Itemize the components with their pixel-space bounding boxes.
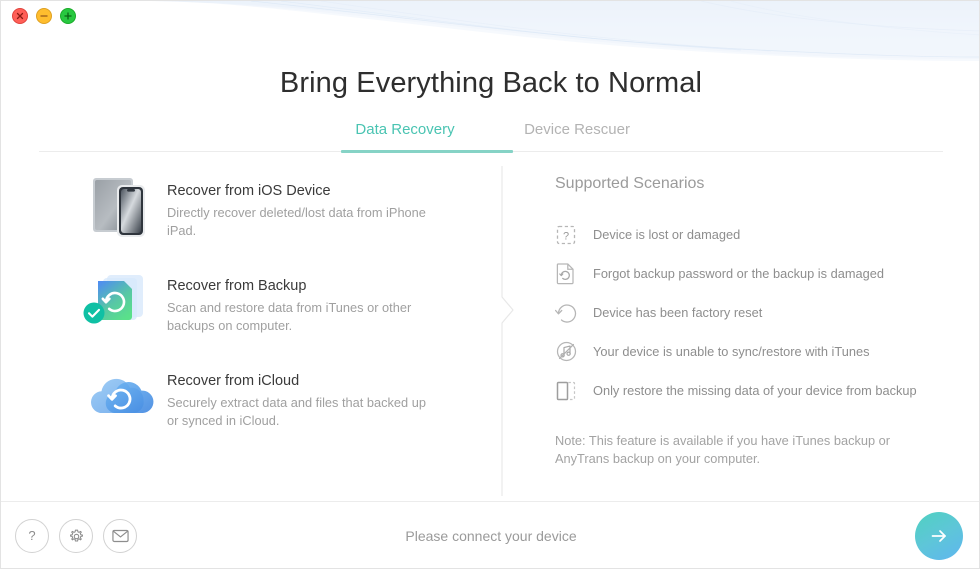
dashed-question-box-icon: ? <box>555 222 585 248</box>
status-text: Please connect your device <box>405 527 577 544</box>
panel-divider <box>498 166 522 496</box>
scenario-label: Device has been factory reset <box>593 305 763 320</box>
option-description: Scan and restore data from iTunes or oth… <box>167 300 412 333</box>
scenario-label: Device is lost or damaged <box>593 227 741 242</box>
footer-icon-group: ? <box>15 519 137 553</box>
option-text: Recover from iOS Device Directly recover… <box>167 171 427 239</box>
close-icon[interactable] <box>12 8 28 24</box>
gear-icon <box>69 529 83 542</box>
selected-check-icon <box>83 302 105 324</box>
arrow-right-icon <box>931 530 946 542</box>
factory-reset-icon <box>555 300 585 326</box>
scenario-item: Device has been factory reset <box>555 293 955 332</box>
title-bar <box>1 1 979 31</box>
feedback-button[interactable] <box>103 519 137 553</box>
footer-bar: ? Please connect your device <box>1 502 979 568</box>
icloud-icon <box>85 361 159 433</box>
option-title: Recover from iCloud <box>167 373 300 389</box>
help-icon: ? <box>28 528 35 543</box>
itunes-sync-disabled-icon <box>555 339 585 365</box>
option-text: Recover from Backup Scan and restore dat… <box>167 266 427 334</box>
option-title: Recover from iOS Device <box>167 183 331 199</box>
tab-bar: Data Recovery Device Rescuer <box>1 121 979 150</box>
tab-device-rescuer[interactable]: Device Rescuer <box>491 121 663 150</box>
option-recover-from-ios-device[interactable]: Recover from iOS Device Directly recover… <box>85 171 485 243</box>
app-window: Bring Everything Back to Normal Data Rec… <box>0 0 980 569</box>
option-recover-from-backup[interactable]: Recover from Backup Scan and restore dat… <box>83 266 485 338</box>
svg-text:?: ? <box>563 230 569 242</box>
option-description: Securely extract data and files that bac… <box>167 395 426 428</box>
window-traffic-lights <box>12 8 76 24</box>
supported-scenarios-panel: Supported Scenarios ? Device is lost or … <box>555 175 955 468</box>
option-text: Recover from iCloud Securely extract dat… <box>167 361 427 429</box>
scenario-item: Your device is unable to sync/restore wi… <box>555 332 955 371</box>
active-tab-underline <box>341 150 513 153</box>
scenario-label: Your device is unable to sync/restore wi… <box>593 344 870 359</box>
ios-device-icon <box>85 171 159 243</box>
scenario-item: Only restore the missing data of your de… <box>555 371 955 410</box>
next-button[interactable] <box>915 512 963 560</box>
tab-data-recovery[interactable]: Data Recovery <box>319 121 491 150</box>
scenarios-note: Note: This feature is available if you h… <box>555 433 891 466</box>
minimize-icon[interactable] <box>36 8 52 24</box>
help-button[interactable]: ? <box>15 519 49 553</box>
partial-restore-icon <box>555 378 585 404</box>
scenario-label: Forgot backup password or the backup is … <box>593 266 884 281</box>
document-restore-icon <box>555 261 585 287</box>
scenarios-title: Supported Scenarios <box>555 175 705 192</box>
option-recover-from-icloud[interactable]: Recover from iCloud Securely extract dat… <box>85 361 485 433</box>
mail-icon <box>111 529 129 543</box>
page-title: Bring Everything Back to Normal <box>279 67 703 99</box>
scenario-label: Only restore the missing data of your de… <box>593 383 917 398</box>
maximize-icon[interactable] <box>60 8 76 24</box>
status-message: Please connect your device <box>1 502 979 568</box>
option-description: Directly recover deleted/lost data from … <box>167 205 426 238</box>
scenario-item: ? Device is lost or damaged <box>555 215 955 254</box>
option-title: Recover from Backup <box>167 278 307 294</box>
main-content: Recover from iOS Device Directly recover… <box>1 161 979 501</box>
scenario-item: Forgot backup password or the backup is … <box>555 254 955 293</box>
settings-button[interactable] <box>59 519 93 553</box>
svg-text:?: ? <box>28 528 35 543</box>
